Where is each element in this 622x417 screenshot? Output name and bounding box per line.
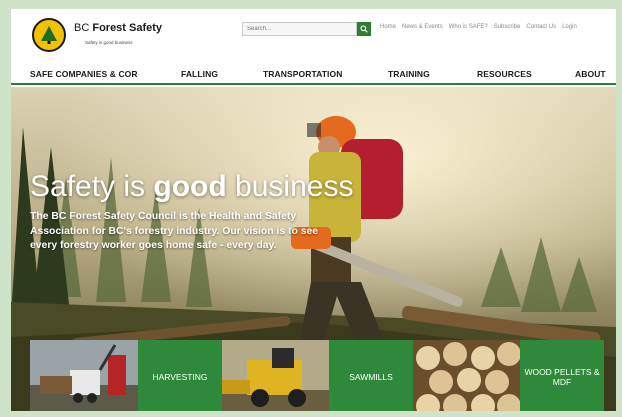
nav-item-transportation[interactable]: TRANSPORTATION: [263, 69, 342, 79]
nav-item-safe-companies[interactable]: SAFE COMPANIES & COR: [30, 69, 138, 79]
link-login[interactable]: Login: [562, 24, 577, 30]
hero-banner: Safety is good business The BC Forest Sa…: [11, 87, 616, 411]
site-header: BC Forest Safety Safety is good business…: [11, 9, 616, 55]
nav-item-falling[interactable]: FALLING: [181, 69, 218, 79]
nav-item-resources[interactable]: RESOURCES: [477, 69, 532, 79]
brand-name[interactable]: BC Forest Safety: [74, 22, 162, 34]
loader-machine-image: [222, 340, 329, 411]
brand-title: Forest Safety: [92, 22, 163, 34]
nav-item-about[interactable]: ABOUT: [575, 69, 606, 79]
tile-harvesting[interactable]: HARVESTING: [138, 340, 222, 411]
browser-page: BC Forest Safety Safety is good business…: [11, 9, 616, 411]
tile-wood-pellets-mdf[interactable]: WOOD PELLETS & MDF: [520, 340, 604, 411]
brand-prefix: BC: [74, 22, 90, 34]
headline-prefix: Safety is: [30, 170, 154, 203]
tile-machinery-image[interactable]: [222, 340, 329, 411]
link-home[interactable]: Home: [380, 24, 396, 30]
tree-icon: [41, 26, 57, 44]
log-pile-image: [413, 340, 520, 411]
link-who-is-safe[interactable]: Who is SAFE?: [449, 24, 488, 30]
logging-truck-image: [30, 340, 138, 411]
link-contact-us[interactable]: Contact Us: [526, 24, 556, 30]
headline-bold-word: good: [153, 170, 227, 203]
tile-sawmills[interactable]: SAWMILLS: [329, 340, 413, 411]
search-input[interactable]: [242, 22, 357, 36]
main-nav: SAFE COMPANIES & COR FALLING TRANSPORTAT…: [11, 63, 616, 85]
link-subscribe[interactable]: Subscribe: [494, 24, 521, 30]
brand-tagline: Safety is good business: [85, 40, 133, 45]
search-button[interactable]: [357, 22, 371, 36]
link-news-events[interactable]: News & Events: [402, 24, 443, 30]
logo-tree-icon[interactable]: [32, 18, 66, 52]
hero-intro-text: The BC Forest Safety Council is the Heal…: [30, 211, 319, 251]
tile-logs-image[interactable]: [413, 340, 520, 411]
tile-transport-image[interactable]: [30, 340, 138, 411]
search-icon: [360, 25, 368, 33]
utility-links: Home News & Events Who is SAFE? Subscrib…: [380, 24, 577, 30]
sector-tiles: HARVESTING SAWMILLS WOOD PELLETS & MDF: [30, 340, 604, 411]
hero-headline: Safety is good business: [30, 170, 353, 204]
headline-suffix: business: [226, 170, 354, 203]
nav-item-training[interactable]: TRAINING: [388, 69, 430, 79]
